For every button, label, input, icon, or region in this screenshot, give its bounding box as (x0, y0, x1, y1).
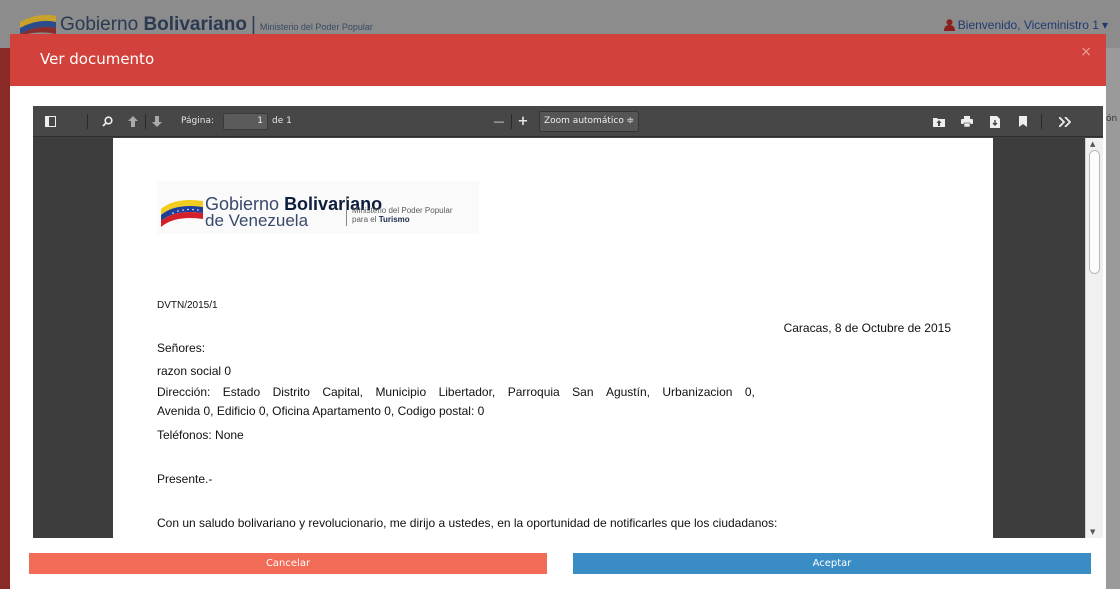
next-page-icon[interactable] (147, 106, 167, 137)
pdf-viewer: Página: 1 de 1 — + Zoom automático ≑ Gob… (33, 106, 1103, 538)
presente: Presente.- (157, 472, 213, 486)
content-edge: ón (1106, 48, 1120, 589)
modal-header: Ver documento × (10, 34, 1106, 86)
phones: Teléfonos: None (157, 428, 244, 442)
cancel-button[interactable]: Cancelar (29, 553, 547, 574)
letterhead-country: de Venezuela (205, 211, 309, 230)
tools-menu-icon[interactable] (1051, 106, 1079, 137)
select-caret-icon: ≑ (626, 116, 634, 126)
venezuela-flag-logo (161, 200, 203, 227)
scroll-down-icon[interactable]: ▼ (1090, 528, 1095, 536)
zoom-in-button[interactable]: + (513, 106, 533, 137)
app-brand: Gobierno Bolivariano | Ministerio del Pode… (60, 14, 373, 35)
company-name: razon social 0 (157, 364, 232, 378)
zoom-select-value: Zoom automático (544, 116, 624, 126)
document-modal: Ver documento × Página: 1 de 1 — + Zoom … (10, 34, 1106, 589)
scrollbar-thumb[interactable] (1089, 150, 1100, 274)
scroll-up-icon[interactable]: ▲ (1090, 140, 1095, 148)
vertical-scrollbar[interactable]: ▲ ▼ (1085, 138, 1103, 538)
content-edge-text: ón (1106, 114, 1118, 124)
pdf-page: Gobierno Bolivariano de Venezuela Minist… (113, 138, 993, 538)
zoom-out-button[interactable]: — (489, 106, 509, 137)
salutation: Señores: (157, 341, 206, 355)
document-reference: DVTN/2015/1 (157, 300, 218, 311)
download-icon[interactable] (985, 106, 1005, 137)
print-icon[interactable] (957, 106, 977, 137)
accept-button[interactable]: Aceptar (573, 553, 1091, 574)
pdf-toolbar: Página: 1 de 1 — + Zoom automático ≑ (33, 106, 1103, 137)
letterhead-divider (346, 198, 347, 226)
bookmark-icon[interactable] (1013, 106, 1033, 137)
page-number-input[interactable]: 1 (223, 113, 268, 130)
document-date: Caracas, 8 de Octubre de 2015 (783, 321, 951, 335)
letterhead-logo: Gobierno Bolivariano de Venezuela Minist… (157, 181, 479, 234)
user-greeting: Bienvenido, Viceministro 1 (957, 18, 1099, 32)
toolbar-divider (145, 114, 146, 129)
page-count: de 1 (272, 116, 292, 126)
greeting-paragraph: Con un saludo bolivariano y revolucionar… (157, 516, 778, 530)
search-icon[interactable] (97, 106, 117, 137)
zoom-select[interactable]: Zoom automático ≑ (539, 111, 639, 132)
close-icon[interactable]: × (1080, 44, 1092, 60)
sidebar-toggle-icon[interactable] (39, 106, 61, 137)
modal-title: Ver documento (40, 50, 155, 68)
address-line-2: Avenida 0, Edificio 0, Oficina Apartamen… (157, 404, 485, 418)
letterhead-ministry-line1: Ministerio del Poder Popular (352, 206, 453, 215)
pdf-canvas: Gobierno Bolivariano de Venezuela Minist… (33, 138, 1085, 538)
toolbar-divider (87, 114, 88, 129)
chevron-down-icon: ▾ (1101, 18, 1108, 32)
previous-page-icon[interactable] (123, 106, 143, 137)
toolbar-divider (1041, 114, 1042, 129)
sidebar-edge (0, 48, 10, 589)
user-menu[interactable]: Bienvenido, Viceministro 1 ▾ (943, 18, 1108, 32)
page-label: Página: (181, 116, 215, 126)
venezuela-flag-logo (20, 14, 56, 36)
address-line-1: Dirección: Estado Distrito Capital, Muni… (157, 385, 755, 399)
letterhead-ministry-line2: para el Turismo (352, 215, 410, 224)
toolbar-divider (511, 114, 512, 129)
open-file-icon[interactable] (929, 106, 949, 137)
user-icon (943, 19, 955, 31)
